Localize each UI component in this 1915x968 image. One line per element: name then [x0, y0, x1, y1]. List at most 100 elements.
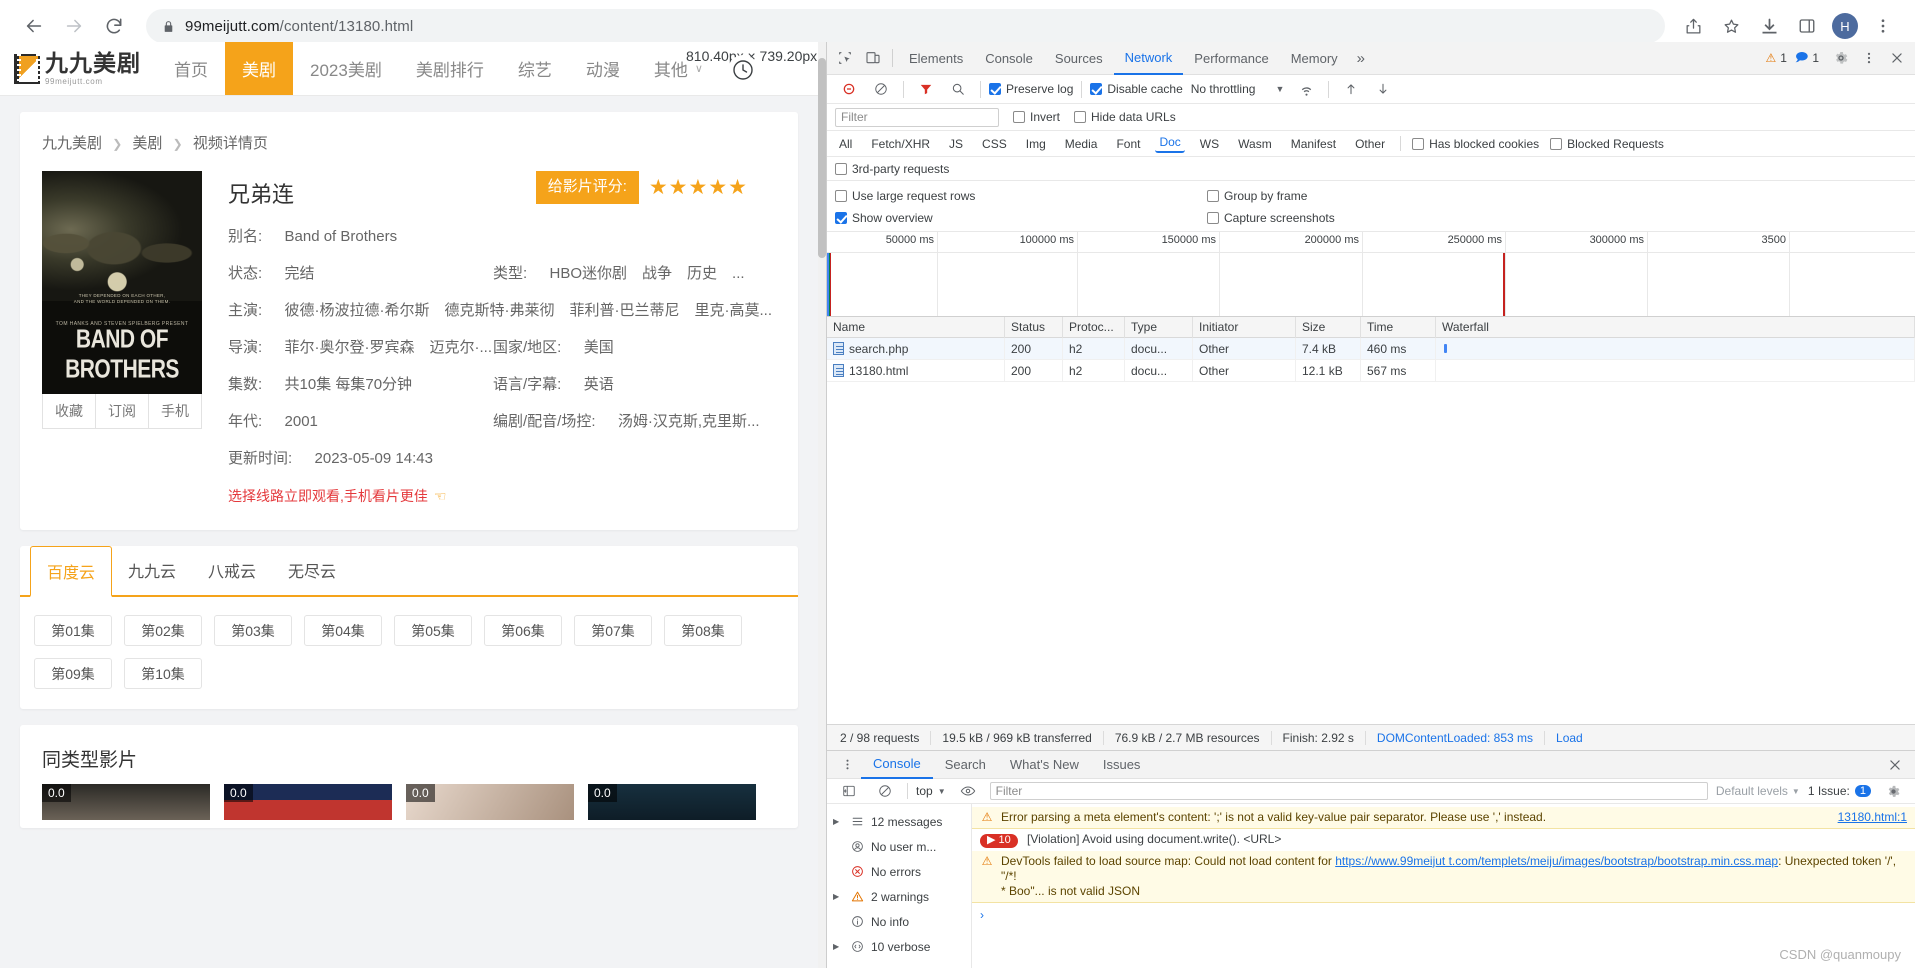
- sourcemap-link[interactable]: https://www.99meijut t.com/templets/meij…: [1335, 854, 1778, 868]
- console-prompt[interactable]: ›: [972, 903, 1915, 927]
- profile-button[interactable]: H: [1827, 8, 1863, 44]
- download-button[interactable]: [1751, 8, 1787, 44]
- episode-button[interactable]: 第02集: [124, 615, 202, 646]
- similar-item[interactable]: 0.0: [42, 784, 210, 820]
- console-filter-input[interactable]: Filter: [989, 782, 1708, 800]
- episode-button[interactable]: 第09集: [34, 658, 112, 689]
- invert-checkbox[interactable]: Invert: [1013, 110, 1060, 124]
- reload-button[interactable]: [94, 6, 134, 46]
- drawer-tab-issues[interactable]: Issues: [1091, 751, 1153, 779]
- type-filter-other[interactable]: Other: [1351, 136, 1389, 152]
- nav-item-variety[interactable]: 综艺: [501, 42, 569, 95]
- devtools-more-button[interactable]: [1855, 45, 1883, 71]
- table-row[interactable]: search.php 200 h2 docu... Other 7.4 kB 4…: [827, 338, 1915, 360]
- device-toolbar-button[interactable]: [859, 45, 887, 71]
- console-context-select[interactable]: top ▼: [916, 784, 946, 798]
- large-rows-checkbox[interactable]: Use large request rows: [835, 189, 975, 203]
- tab-network[interactable]: Network: [1113, 42, 1184, 75]
- type-filter-js[interactable]: JS: [945, 136, 967, 152]
- type-filter-ws[interactable]: WS: [1196, 136, 1223, 152]
- mobile-button[interactable]: 手机: [149, 394, 201, 428]
- address-bar[interactable]: 99meijutt.com/content/13180.html: [146, 9, 1665, 43]
- episode-button[interactable]: 第03集: [214, 615, 292, 646]
- table-row[interactable]: 13180.html 200 h2 docu... Other 12.1 kB …: [827, 359, 1915, 382]
- breadcrumb-item-category[interactable]: 美剧: [132, 135, 162, 152]
- drawer-close-button[interactable]: [1881, 752, 1909, 778]
- warning-badge[interactable]: ⚠ 1: [1766, 51, 1787, 65]
- share-button[interactable]: [1675, 8, 1711, 44]
- devtools-settings-button[interactable]: [1827, 45, 1855, 71]
- type-filter-manifest[interactable]: Manifest: [1287, 136, 1340, 152]
- record-button[interactable]: [835, 76, 863, 102]
- hide-data-urls-checkbox[interactable]: Hide data URLs: [1074, 110, 1176, 124]
- breadcrumb-item-site[interactable]: 九九美剧: [42, 135, 102, 152]
- col-protocol[interactable]: Protoc...: [1063, 316, 1125, 338]
- watch-now-link[interactable]: 选择线路立即观看,手机看片更佳 ☜: [228, 486, 446, 506]
- col-time[interactable]: Time: [1361, 316, 1436, 338]
- similar-item[interactable]: 0.0: [406, 784, 574, 820]
- nav-item-ranking[interactable]: 美剧排行: [399, 42, 501, 95]
- back-button[interactable]: [14, 6, 54, 46]
- nav-item-2023meiju[interactable]: 2023美剧: [293, 42, 399, 95]
- console-settings-button[interactable]: [1879, 778, 1907, 804]
- source-tab-baiduyun[interactable]: 百度云: [30, 546, 113, 597]
- sidebar-item-verbose[interactable]: ▶ 10 verbose: [827, 934, 971, 959]
- drawer-tab-console[interactable]: Console: [861, 751, 933, 779]
- source-tab-wujinyun[interactable]: 无尽云: [272, 546, 352, 595]
- more-tabs-button[interactable]: »: [1349, 50, 1373, 67]
- nav-item-home[interactable]: 首页: [157, 42, 225, 95]
- preserve-log-checkbox[interactable]: Preserve log: [989, 82, 1073, 96]
- sidebar-item-user-messages[interactable]: No user m...: [827, 834, 971, 859]
- episode-button[interactable]: 第04集: [304, 615, 382, 646]
- col-status[interactable]: Status: [1005, 316, 1063, 338]
- console-issues-badge[interactable]: 1 Issue: 1: [1808, 784, 1871, 798]
- blocked-requests-checkbox[interactable]: Blocked Requests: [1550, 137, 1664, 151]
- network-conditions-button[interactable]: [1292, 76, 1320, 102]
- drawer-tab-whats-new[interactable]: What's New: [998, 751, 1091, 779]
- sidebar-item-warnings[interactable]: ▶ 2 warnings: [827, 884, 971, 909]
- page-scrollbar-thumb[interactable]: [818, 58, 826, 258]
- side-panel-button[interactable]: [1789, 8, 1825, 44]
- sidebar-item-errors[interactable]: No errors: [827, 859, 971, 884]
- page-scrollbar[interactable]: [818, 42, 826, 968]
- export-har-button[interactable]: [1369, 76, 1397, 102]
- col-name[interactable]: Name: [827, 316, 1005, 338]
- clear-console-button[interactable]: [871, 778, 899, 804]
- episode-button[interactable]: 第08集: [664, 615, 742, 646]
- issues-badge-top[interactable]: 🗩 1: [1795, 48, 1819, 69]
- sidebar-item-info[interactable]: No info: [827, 909, 971, 934]
- search-button[interactable]: [944, 76, 972, 102]
- tab-console[interactable]: Console: [974, 42, 1044, 75]
- third-party-checkbox[interactable]: 3rd-party requests: [835, 162, 949, 176]
- type-filter-doc[interactable]: Doc: [1155, 134, 1185, 153]
- site-logo[interactable]: 九九美剧 99meijutt.com: [0, 42, 157, 95]
- has-blocked-cookies-checkbox[interactable]: Has blocked cookies: [1412, 137, 1539, 151]
- console-message-sourcemap-warning[interactable]: ⚠ DevTools failed to load source map: Co…: [972, 850, 1915, 903]
- type-filter-media[interactable]: Media: [1061, 136, 1102, 152]
- drawer-tab-search[interactable]: Search: [933, 751, 998, 779]
- live-expression-button[interactable]: [954, 778, 982, 804]
- filter-toggle-button[interactable]: [912, 76, 940, 102]
- console-sidebar-toggle[interactable]: [835, 778, 863, 804]
- group-by-frame-checkbox[interactable]: Group by frame: [1207, 189, 1307, 203]
- forward-button[interactable]: [54, 6, 94, 46]
- episode-button[interactable]: 第10集: [124, 658, 202, 689]
- throttling-select[interactable]: No throttling ▼: [1187, 82, 1289, 96]
- chrome-menu-button[interactable]: [1865, 8, 1901, 44]
- disable-cache-checkbox[interactable]: Disable cache: [1090, 82, 1183, 96]
- drawer-more-button[interactable]: [833, 752, 861, 778]
- tab-memory[interactable]: Memory: [1280, 42, 1349, 75]
- subscribe-button[interactable]: 订阅: [96, 394, 149, 428]
- tab-sources[interactable]: Sources: [1044, 42, 1114, 75]
- capture-screenshots-checkbox[interactable]: Capture screenshots: [1207, 211, 1335, 225]
- col-size[interactable]: Size: [1296, 316, 1361, 338]
- type-filter-img[interactable]: Img: [1022, 136, 1050, 152]
- sidebar-item-messages[interactable]: ▶ 12 messages: [827, 809, 971, 834]
- nav-item-meiju[interactable]: 美剧: [225, 42, 293, 95]
- col-type[interactable]: Type: [1125, 316, 1193, 338]
- inspect-element-button[interactable]: [831, 45, 859, 71]
- network-filter-input[interactable]: Filter: [835, 107, 999, 127]
- similar-item[interactable]: 0.0: [224, 784, 392, 820]
- tab-elements[interactable]: Elements: [898, 42, 974, 75]
- source-tab-bajieyun[interactable]: 八戒云: [192, 546, 272, 595]
